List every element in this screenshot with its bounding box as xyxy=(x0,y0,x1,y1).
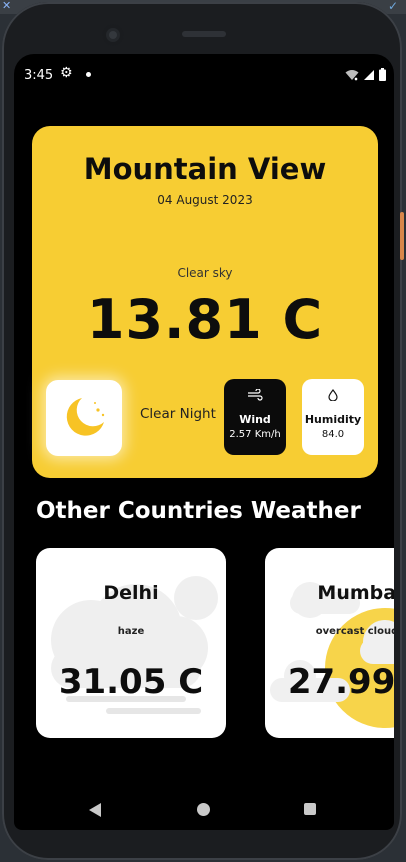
battery-icon xyxy=(379,68,386,81)
droplet-icon xyxy=(302,389,364,405)
city-name: Mountain View xyxy=(83,152,327,186)
city-card-name: Mumbai xyxy=(317,582,394,604)
city-card-name: Delhi xyxy=(103,582,159,604)
humidity-title: Humidity xyxy=(304,413,362,426)
cloud-icon xyxy=(51,576,218,714)
status-time: 3:45 xyxy=(24,68,54,83)
weather-condition: Clear sky xyxy=(177,266,233,280)
camera-icon xyxy=(102,24,124,46)
home-icon[interactable] xyxy=(197,803,210,816)
signal-icon xyxy=(364,69,374,80)
wind-icon xyxy=(224,388,286,405)
wind-title: Wind xyxy=(239,413,271,426)
weather-icon-box xyxy=(46,380,122,456)
gear-icon: ⚙ xyxy=(60,65,73,81)
system-icons xyxy=(345,68,386,81)
wind-value: 2.57 Km/h xyxy=(229,429,281,440)
speaker-grille xyxy=(182,31,226,37)
city-card-temperature: 31.05 C xyxy=(58,662,204,702)
humidity-value: 84.0 xyxy=(321,429,345,440)
notification-dot-icon xyxy=(86,72,91,77)
cloud-sun-icon xyxy=(270,582,394,728)
navigation-bar xyxy=(14,794,394,830)
phone-frame: 3:45 ⚙ Mountain View 04 August 2023 Clea… xyxy=(2,2,404,860)
power-button[interactable] xyxy=(400,212,404,260)
current-temperature: 13.81 C xyxy=(86,288,324,351)
moon-icon xyxy=(66,398,105,436)
current-weather-card: Mountain View 04 August 2023 Clear sky 1… xyxy=(32,126,378,478)
city-card-temperature: 27.99 C xyxy=(287,662,394,702)
app-screen: 3:45 ⚙ Mountain View 04 August 2023 Clea… xyxy=(14,54,394,830)
humidity-tile: Humidity 84.0 xyxy=(302,379,364,455)
city-card-mumbai[interactable]: Mumbai overcast clouds 27.99 C xyxy=(265,548,394,738)
city-card-condition: overcast clouds xyxy=(315,626,394,637)
current-date: 04 August 2023 xyxy=(157,193,253,207)
wifi-icon xyxy=(345,69,359,80)
check-icon[interactable]: ✓ xyxy=(388,0,398,12)
wind-tile: Wind 2.57 Km/h xyxy=(224,379,286,455)
city-card-condition: haze xyxy=(117,626,145,637)
back-icon[interactable] xyxy=(88,802,102,818)
close-icon[interactable]: ✕ xyxy=(2,0,11,12)
weather-icon-label: Clear Night xyxy=(140,406,216,422)
recents-icon[interactable] xyxy=(304,803,316,815)
status-bar: 3:45 ⚙ xyxy=(14,54,394,94)
city-card-delhi[interactable]: Delhi haze 31.05 C xyxy=(36,548,226,738)
section-title: Other Countries Weather xyxy=(36,498,361,524)
